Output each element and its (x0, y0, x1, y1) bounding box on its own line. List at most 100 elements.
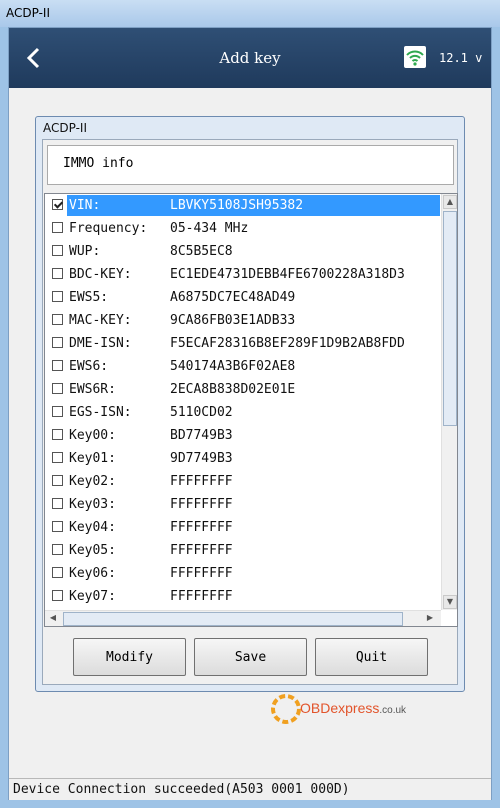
row-checkbox[interactable] (52, 291, 63, 302)
row-label: Key04: (69, 520, 116, 535)
row-label: Key03: (69, 497, 116, 512)
row-checkbox[interactable] (52, 314, 63, 325)
scroll-left-icon[interactable]: ◀ (46, 612, 60, 626)
scroll-down-icon[interactable]: ▼ (443, 595, 457, 609)
row-value: FFFFFFFF (170, 543, 233, 558)
row-checkbox[interactable] (52, 360, 63, 371)
row-checkbox[interactable] (52, 452, 63, 463)
save-button[interactable]: Save (194, 638, 307, 676)
row-value: 5110CD02 (170, 405, 233, 420)
voltage-readout: 12.1 v (439, 51, 483, 65)
window-titlebar: ACDP-II (0, 0, 500, 27)
row-checkbox[interactable] (52, 521, 63, 532)
row-label: Key05: (69, 543, 116, 558)
row-checkbox[interactable] (52, 429, 63, 440)
row-value: 8C5B5EC8 (170, 244, 233, 259)
list-item[interactable]: EWS6R: 2ECA8B838D02E01E (45, 379, 441, 400)
row-checkbox[interactable] (52, 337, 63, 348)
horizontal-scrollbar[interactable]: ◀ ▶ (45, 610, 441, 626)
list-item[interactable]: Key02: FFFFFFFF (45, 471, 441, 492)
row-label: Frequency: (69, 221, 148, 236)
row-value: LBVKY5108JSH95382 (170, 198, 304, 213)
row-value: FFFFFFFF (170, 497, 233, 512)
list-item[interactable]: Frequency: 05-434 MHz (45, 218, 441, 239)
immo-info-label: IMMO info (63, 156, 134, 171)
row-value: FFFFFFFF (170, 520, 233, 535)
row-label: EGS-ISN: (69, 405, 132, 420)
row-value: 9D7749B3 (170, 451, 233, 466)
row-value: 2ECA8B838D02E01E (170, 382, 296, 397)
key-list[interactable]: VIN: LBVKY5108JSH95382 Frequency: 05-434 MH… (44, 193, 458, 627)
row-value: 9CA86FB03E1ADB33 (170, 313, 296, 328)
list-item[interactable]: Key07: FFFFFFFF (45, 586, 441, 607)
row-label: WUP: (69, 244, 101, 259)
row-checkbox[interactable] (52, 498, 63, 509)
modify-button[interactable]: Modify (73, 638, 186, 676)
row-label: EWS5: (69, 290, 109, 305)
row-label: VIN: (69, 198, 101, 213)
list-item[interactable]: EWS5: A6875DC7EC48AD49 (45, 287, 441, 308)
list-item[interactable]: Key05: FFFFFFFF (45, 540, 441, 561)
row-label: EWS6R: (69, 382, 116, 397)
dialog-body: IMMO info VIN: LBVKY5108JSH95382 Frequency… (42, 139, 458, 685)
list-item[interactable]: EGS-ISN: 5110CD02 (45, 402, 441, 423)
row-checkbox[interactable] (52, 406, 63, 417)
list-item[interactable]: BDC-KEY: EC1EDE4731DEBB4FE6700228A318D3 (45, 264, 441, 285)
list-item[interactable]: Key00: BD7749B3 (45, 425, 441, 446)
watermark-suffix: .co.uk (379, 705, 407, 716)
row-checkbox[interactable] (52, 567, 63, 578)
obdexpress-logo-icon (271, 694, 301, 724)
row-value: F5ECAF28316B8EF289F1D9B2AB8FDD (170, 336, 405, 351)
list-item[interactable]: Key06: FFFFFFFF (45, 563, 441, 584)
horizontal-scroll-thumb[interactable] (63, 612, 403, 626)
list-item[interactable]: Key01: 9D7749B3 (45, 448, 441, 469)
row-value: A6875DC7EC48AD49 (170, 290, 296, 305)
list-item[interactable]: MAC-KEY: 9CA86FB03E1ADB33 (45, 310, 441, 331)
row-value: FFFFFFFF (170, 566, 233, 581)
row-value: 05-434 MHz (170, 221, 249, 236)
row-label: Key02: (69, 474, 116, 489)
row-value: 540174A3B6F02AE8 (170, 359, 296, 374)
app-header: Add key 12.1 v (9, 28, 491, 88)
list-item[interactable]: Key04: FFFFFFFF (45, 517, 441, 538)
list-item[interactable]: WUP: 8C5B5EC8 (45, 241, 441, 262)
row-label: Key00: (69, 428, 116, 443)
row-checkbox[interactable] (52, 383, 63, 394)
row-checkbox[interactable] (52, 268, 63, 279)
quit-button[interactable]: Quit (315, 638, 428, 676)
list-item[interactable]: VIN: LBVKY5108JSH95382 (45, 195, 441, 216)
row-checkbox[interactable] (52, 590, 63, 601)
immo-info-box: IMMO info (47, 145, 454, 185)
row-label: EWS6: (69, 359, 109, 374)
list-item[interactable]: DME-ISN: F5ECAF28316B8EF289F1D9B2AB8FDD (45, 333, 441, 354)
row-label: Key07: (69, 589, 116, 604)
row-label: DME-ISN: (69, 336, 132, 351)
row-checkbox[interactable] (52, 199, 63, 210)
dialog-title: ACDP-II (43, 121, 87, 135)
row-value: FFFFFFFF (170, 474, 233, 489)
row-label: Key01: (69, 451, 116, 466)
scroll-thumb[interactable] (443, 211, 457, 426)
vertical-scrollbar[interactable]: ▲ ▼ (441, 194, 457, 610)
status-bar: Device Connection succeeded(A503 0001 00… (9, 778, 491, 800)
key-list-rows: VIN: LBVKY5108JSH95382 Frequency: 05-434 MH… (45, 194, 441, 610)
scroll-right-icon[interactable]: ▶ (423, 612, 437, 626)
row-value: BD7749B3 (170, 428, 233, 443)
scroll-up-icon[interactable]: ▲ (443, 195, 457, 209)
row-checkbox[interactable] (52, 222, 63, 233)
list-item[interactable]: Key03: FFFFFFFF (45, 494, 441, 515)
row-value: FFFFFFFF (170, 589, 233, 604)
immo-dialog: ACDP-II IMMO info VIN: LBVKY5108JSH95382 F… (35, 116, 465, 692)
row-label: BDC-KEY: (69, 267, 132, 282)
row-checkbox[interactable] (52, 475, 63, 486)
row-label: MAC-KEY: (69, 313, 132, 328)
row-checkbox[interactable] (52, 245, 63, 256)
window-title: ACDP-II (6, 6, 50, 20)
wifi-icon (404, 46, 426, 68)
row-label: Key06: (69, 566, 116, 581)
row-checkbox[interactable] (52, 544, 63, 555)
list-item[interactable]: EWS6: 540174A3B6F02AE8 (45, 356, 441, 377)
row-value: EC1EDE4731DEBB4FE6700228A318D3 (170, 267, 405, 282)
obdexpress-watermark: OBDexpress.co.uk (270, 690, 420, 728)
watermark-brand: OBDexpress (300, 700, 380, 716)
